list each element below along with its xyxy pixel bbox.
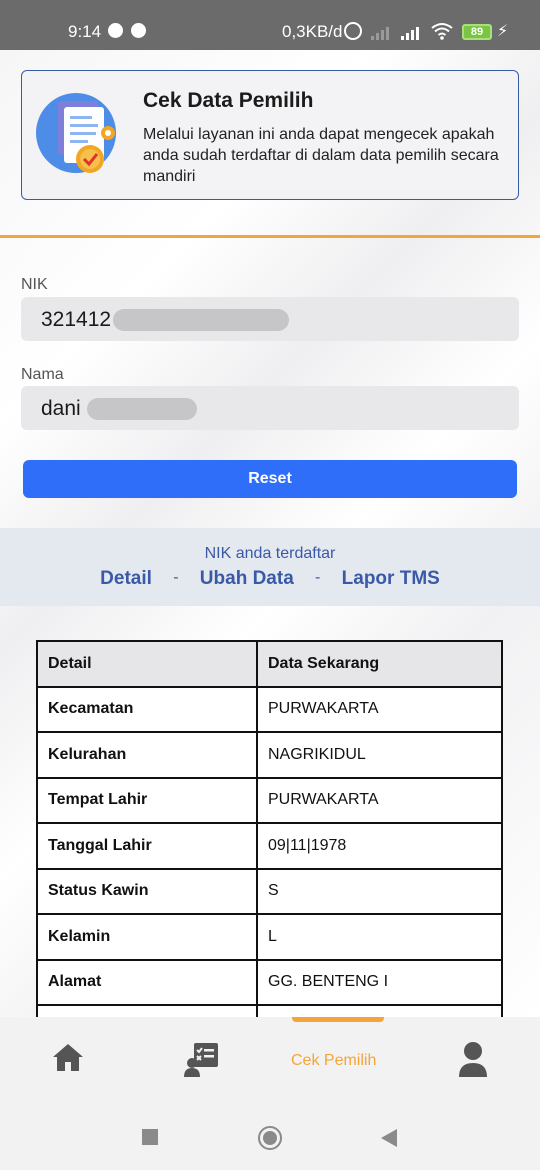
table-row: Kelurahan NAGRIKIDUL (36, 731, 503, 779)
row-value: NAGRIKIDUL (256, 731, 503, 779)
document-check-illustration-icon (36, 93, 116, 173)
row-key: Kelurahan (36, 731, 258, 779)
network-speed: 0,3KB/d (282, 22, 343, 41)
system-nav-bar (0, 1105, 540, 1170)
checklist-icon (184, 1043, 218, 1077)
nik-field[interactable]: 321412 (21, 297, 519, 341)
alarm-icon (344, 22, 362, 40)
clock: 9:14 (68, 22, 102, 41)
recents-icon[interactable] (142, 1129, 158, 1145)
home-icon (53, 1044, 83, 1071)
row-key: Status Kawin (36, 867, 258, 915)
result-message: NIK anda terdaftar (204, 545, 336, 562)
row-value: L (256, 913, 503, 961)
user-icon (459, 1042, 487, 1077)
row-key: Kelamin (36, 913, 258, 961)
nav-profile[interactable] (457, 1041, 489, 1081)
notification-icon (131, 23, 146, 38)
row-key: Tempat Lahir (36, 776, 258, 824)
nik-value: 321412 (41, 308, 112, 331)
row-value: PURWAKARTA (256, 685, 503, 733)
info-card: Cek Data Pemilih Melalui layanan ini and… (21, 70, 519, 200)
battery-icon: 89 (462, 24, 492, 40)
result-banner: NIK anda terdaftar Detail - Ubah Data - … (0, 528, 540, 606)
back-icon[interactable] (381, 1129, 397, 1147)
home-button-icon[interactable] (258, 1126, 282, 1150)
row-value: GG. BENTENG I (256, 958, 503, 1006)
row-value: PURWAKARTA (256, 776, 503, 824)
nav-checklist[interactable] (184, 1041, 220, 1081)
link-separator: - (173, 569, 179, 586)
table-row: Tempat Lahir PURWAKARTA (36, 776, 503, 824)
table-header: Detail (36, 640, 258, 688)
row-value: S (256, 867, 503, 915)
table-header: Data Sekarang (256, 640, 503, 688)
active-tab-indicator (292, 1017, 384, 1022)
ubah-data-link[interactable]: Ubah Data (200, 568, 294, 589)
nav-home[interactable] (52, 1041, 84, 1081)
result-links: Detail - Ubah Data - Lapor TMS (0, 568, 540, 590)
row-key: Kecamatan (36, 685, 258, 733)
table-row: Tanggal Lahir 09|11|1978 (36, 822, 503, 870)
nama-field[interactable]: dani (21, 386, 519, 430)
signal-icon (371, 26, 389, 40)
row-key: Tanggal Lahir (36, 822, 258, 870)
signal-icon (401, 26, 419, 40)
bottom-nav: Cek Pemilih (0, 1017, 540, 1105)
card-title: Cek Data Pemilih (143, 89, 314, 112)
row-key: Alamat (36, 958, 258, 1006)
redaction-blur (87, 398, 197, 420)
row-key (36, 1004, 258, 1017)
table-row: Kelamin L (36, 913, 503, 961)
wifi-icon (431, 22, 453, 45)
divider (0, 235, 540, 238)
table-row: Status Kawin S (36, 867, 503, 915)
reset-button[interactable]: Reset (23, 460, 517, 498)
nav-cek-pemilih[interactable]: Cek Pemilih (291, 1052, 376, 1070)
voter-data-table: Detail Data Sekarang Kecamatan PURWAKARTA… (36, 640, 503, 1017)
row-value (256, 1004, 503, 1017)
table-row: Alamat GG. BENTENG I (36, 958, 503, 1006)
nik-label: NIK (21, 276, 48, 293)
status-bar: 9:14 0,3KB/d 89 ⚡ (0, 0, 540, 50)
main-content: Cek Data Pemilih Melalui layanan ini and… (0, 50, 540, 1017)
table-header-row: Detail Data Sekarang (36, 640, 503, 688)
notification-icon (108, 23, 123, 38)
charging-icon: ⚡ (497, 23, 509, 40)
detail-link[interactable]: Detail (100, 568, 152, 589)
nama-value: dani (41, 397, 81, 420)
table-row (36, 1004, 503, 1017)
card-description: Melalui layanan ini anda dapat mengecek … (143, 126, 499, 185)
nama-label: Nama (21, 366, 64, 383)
link-separator: - (315, 569, 321, 586)
lapor-tms-link[interactable]: Lapor TMS (342, 568, 440, 589)
redaction-blur (113, 309, 289, 331)
row-value: 09|11|1978 (256, 822, 503, 870)
table-row: Kecamatan PURWAKARTA (36, 685, 503, 733)
